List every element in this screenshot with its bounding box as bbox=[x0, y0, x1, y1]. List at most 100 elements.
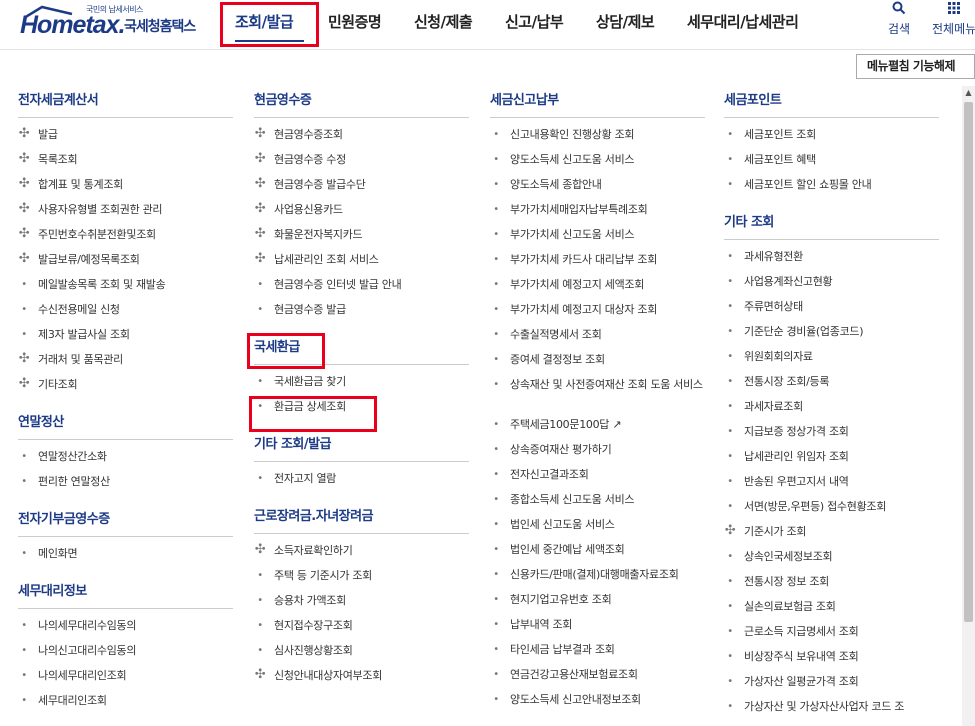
search-button[interactable]: 검색 bbox=[888, 0, 910, 37]
menu-link[interactable]: • 종합소득세 신고도움 서비스 bbox=[490, 492, 705, 517]
section-title[interactable]: 전자세금계산서 bbox=[18, 90, 233, 111]
menu-link[interactable]: • 주택 등 기준시가 조회 bbox=[254, 568, 469, 593]
menu-link[interactable]: • 현금영수증 발급 bbox=[254, 302, 469, 327]
menu-link[interactable]: • 상속재산 및 사전증여재산 조회 도움 서비스 bbox=[490, 377, 705, 417]
section-title[interactable]: 기타 조회/발급 bbox=[254, 434, 469, 455]
hometax-logo[interactable]: 국민의 납세서비스 Hometax. 국세청홈택스 bbox=[20, 2, 205, 44]
menu-link[interactable]: • 서면(방문,우편등) 접수현황조회 bbox=[724, 499, 939, 524]
menu-link[interactable]: • 부가가치세매입자납부특례조회 bbox=[490, 202, 705, 227]
menu-link[interactable]: • 위원회회의자료 bbox=[724, 349, 939, 374]
expand-plus-icon[interactable]: ✣ bbox=[254, 151, 266, 166]
menu-link[interactable]: ✣ 사업용신용카드 bbox=[254, 201, 469, 227]
menu-link[interactable]: ✣ 납세관리인 조회 서비스 bbox=[254, 251, 469, 277]
expand-plus-icon[interactable]: ✣ bbox=[18, 151, 30, 166]
menu-link[interactable]: • 부가가치세 신고도움 서비스 bbox=[490, 227, 705, 252]
menu-link[interactable]: • 신고내용확인 진행상황 조회 bbox=[490, 127, 705, 152]
menu-link[interactable]: ✣ 거래처 및 품목관리 bbox=[18, 351, 233, 377]
section-title[interactable]: 세금포인트 bbox=[724, 90, 939, 111]
menu-link[interactable]: • 심사진행상황조회 bbox=[254, 643, 469, 668]
menu-link[interactable]: ✣ 소득자료확인하기 bbox=[254, 542, 469, 568]
expand-plus-icon[interactable]: ✣ bbox=[18, 201, 30, 216]
menu-link[interactable]: • 현금영수증 인터넷 발급 안내 bbox=[254, 277, 469, 302]
section-title[interactable]: 연말정산 bbox=[18, 412, 233, 433]
menu-link[interactable]: ✣ 사용자유형별 조회권한 관리 bbox=[18, 201, 233, 227]
menu-link[interactable]: • 양도소득세 종합안내 bbox=[490, 177, 705, 202]
scrollbar-thumb[interactable] bbox=[964, 102, 973, 622]
gnb-certificates[interactable]: 민원증명 bbox=[328, 11, 382, 32]
menu-link[interactable]: ✣ 발급 bbox=[18, 126, 233, 152]
expand-plus-icon[interactable]: ✣ bbox=[18, 226, 30, 241]
expand-plus-icon[interactable]: ✣ bbox=[18, 176, 30, 191]
menu-link[interactable]: • 세무대리인조회 bbox=[18, 693, 233, 718]
menu-link[interactable]: • 상속증여재산 평가하기 bbox=[490, 442, 705, 467]
menu-link[interactable]: • 양도소득세 신고안내정보조회 bbox=[490, 692, 705, 717]
expand-plus-icon[interactable]: ✣ bbox=[254, 542, 266, 557]
menu-link[interactable]: • 법인세 중간예납 세액조회 bbox=[490, 542, 705, 567]
menu-link[interactable]: • 법인세 신고도움 서비스 bbox=[490, 517, 705, 542]
gnb-consult-report[interactable]: 상담/제보 bbox=[596, 11, 655, 32]
menu-link[interactable]: • 편리한 연말정산 bbox=[18, 474, 233, 499]
expand-plus-icon[interactable]: ✣ bbox=[254, 126, 266, 141]
menu-link[interactable]: • 승용차 가액조회 bbox=[254, 593, 469, 618]
menu-link[interactable]: ✣ 합계표 및 통계조회 bbox=[18, 176, 233, 202]
menu-link[interactable]: ✣ 현금영수증 수정 bbox=[254, 151, 469, 177]
menu-link[interactable]: • 주류면허상태 bbox=[724, 299, 939, 324]
menu-link[interactable]: • 근로소득 지급명세서 조회 bbox=[724, 624, 939, 649]
menu-link[interactable]: ✣ 주민번호수취분전환및조회 bbox=[18, 226, 233, 252]
expand-plus-icon[interactable]: ✣ bbox=[724, 523, 736, 538]
menu-link[interactable]: • 수출실적명세서 조회 bbox=[490, 327, 705, 352]
menu-link[interactable]: • 비상장주식 보유내역 조회 bbox=[724, 649, 939, 674]
expand-plus-icon[interactable]: ✣ bbox=[254, 176, 266, 191]
menu-link[interactable]: • 타인세금 납부결과 조회 bbox=[490, 642, 705, 667]
gnb-apply-submit[interactable]: 신청/제출 bbox=[414, 11, 473, 32]
menu-link[interactable]: ✣ 현금영수증조회 bbox=[254, 126, 469, 152]
menu-link[interactable]: ✣ 화물운전자복지카드 bbox=[254, 226, 469, 252]
expand-plus-icon[interactable]: ✣ bbox=[18, 376, 30, 391]
menu-link[interactable]: • 주택세금100문100답 ↗ bbox=[490, 417, 705, 442]
expand-plus-icon[interactable]: ✣ bbox=[254, 667, 266, 682]
menu-link[interactable]: ✣ 발급보류/예정목록조회 bbox=[18, 251, 233, 277]
menu-link[interactable]: • 양도소득세 신고도움 서비스 bbox=[490, 152, 705, 177]
menu-link[interactable]: • 과세자료조회 bbox=[724, 399, 939, 424]
menu-link[interactable]: • 제3자 발급사실 조회 bbox=[18, 327, 233, 352]
section-title[interactable]: 세무대리정보 bbox=[18, 581, 233, 602]
menu-link[interactable]: • 가상자산 일평균가격 조회 bbox=[724, 674, 939, 699]
menu-link[interactable]: • 메일발송목록 조회 및 재발송 bbox=[18, 277, 233, 302]
menu-link[interactable]: • 나의신고대리수임동의 bbox=[18, 643, 233, 668]
expand-plus-icon[interactable]: ✣ bbox=[18, 351, 30, 366]
menu-link[interactable]: • 부가가치세 예정고지 대상자 조회 bbox=[490, 302, 705, 327]
menu-link[interactable]: • 부가가치세 카드사 대리납부 조회 bbox=[490, 252, 705, 277]
expand-plus-icon[interactable]: ✣ bbox=[254, 251, 266, 266]
menu-link[interactable]: • 현지기업고유번호 조회 bbox=[490, 592, 705, 617]
gnb-report-pay[interactable]: 신고/납부 bbox=[505, 11, 564, 32]
menu-link[interactable]: • 현지접수장구조회 bbox=[254, 618, 469, 643]
menu-link[interactable]: • 증여세 결정정보 조회 bbox=[490, 352, 705, 377]
menu-link[interactable]: ✣ 목록조회 bbox=[18, 151, 233, 177]
menu-fold-toggle-button[interactable]: 메뉴펼침 기능해제 bbox=[856, 54, 975, 79]
section-title[interactable]: 전자기부금영수증 bbox=[18, 509, 233, 530]
expand-plus-icon[interactable]: ✣ bbox=[254, 226, 266, 241]
menu-link[interactable]: • 납부내역 조회 bbox=[490, 617, 705, 642]
menu-link[interactable]: • 전자고지 열람 bbox=[254, 471, 469, 496]
menu-link[interactable]: • 세금포인트 할인 쇼핑몰 안내 bbox=[724, 177, 939, 202]
section-title[interactable]: 근로장려금.자녀장려금 bbox=[254, 506, 469, 527]
menu-link[interactable]: ✣ 기타조회 bbox=[18, 376, 233, 402]
menu-link[interactable]: ✣ 기준시가 조회 bbox=[724, 523, 939, 549]
menu-link[interactable]: • 세금포인트 조회 bbox=[724, 127, 939, 152]
section-title[interactable]: 현금영수증 bbox=[254, 90, 469, 111]
menu-link[interactable]: • 기준단순 경비율(업종코드) bbox=[724, 324, 939, 349]
expand-plus-icon[interactable]: ✣ bbox=[254, 201, 266, 216]
menu-link[interactable]: • 메인화면 bbox=[18, 546, 233, 571]
all-menu-button[interactable]: 전체메뉴 bbox=[932, 0, 975, 37]
menu-link[interactable]: • 사업용계좌신고현황 bbox=[724, 274, 939, 299]
menu-link[interactable]: • 납세관리인 위임자 조회 bbox=[724, 449, 939, 474]
menu-link[interactable]: ✣ 현금영수증 발급수단 bbox=[254, 176, 469, 202]
menu-link[interactable]: • 지급보증 정상가격 조회 bbox=[724, 424, 939, 449]
section-title[interactable]: 세금신고납부 bbox=[490, 90, 705, 111]
section-title[interactable]: 기타 조회 bbox=[724, 212, 939, 233]
expand-plus-icon[interactable]: ✣ bbox=[18, 126, 30, 141]
menu-link[interactable]: • 전자신고결과조회 bbox=[490, 467, 705, 492]
menu-link[interactable]: • 신용카드/판매(결제)대행매출자료조회 bbox=[490, 567, 705, 592]
menu-link[interactable]: • 세금포인트 혜택 bbox=[724, 152, 939, 177]
menu-link[interactable]: • 가상자산 및 가상자산사업자 코드 조 bbox=[724, 699, 939, 724]
